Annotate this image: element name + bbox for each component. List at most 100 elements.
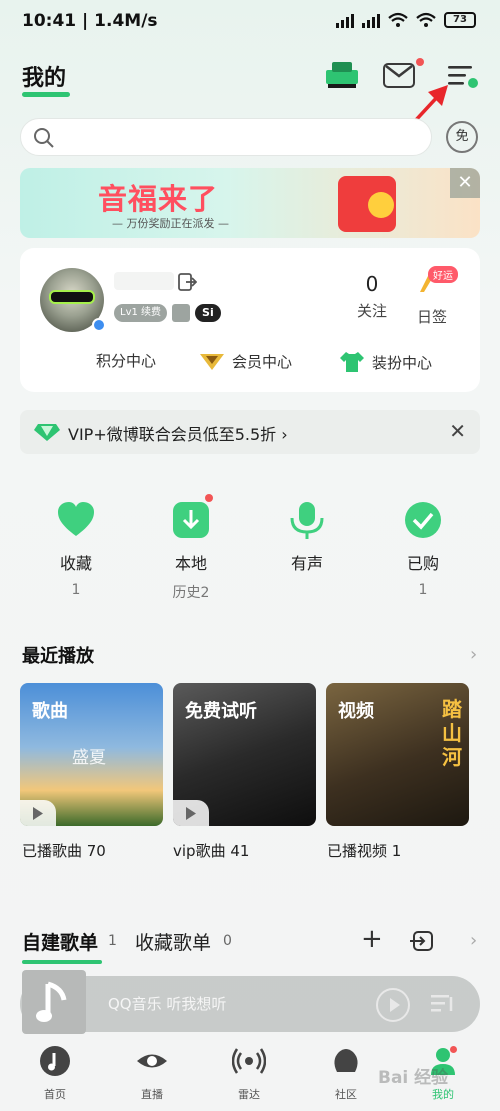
banner-close-button[interactable]: ✕ xyxy=(450,168,480,198)
mail-notification-dot xyxy=(416,58,424,66)
collected-count: 0 xyxy=(223,933,232,949)
radar-icon xyxy=(231,1048,267,1074)
wifi-icon xyxy=(388,12,408,27)
tabbar-community[interactable]: 社区 xyxy=(311,1044,381,1102)
recent-card-video-label: 视频 xyxy=(338,701,374,722)
playlist-more-button[interactable]: › xyxy=(470,930,477,951)
switch-account-icon[interactable] xyxy=(177,272,197,292)
created-count: 1 xyxy=(108,933,117,949)
music-zone-button[interactable] xyxy=(322,56,362,90)
vip-center-label: 会员中心 xyxy=(232,352,293,371)
promo-banner[interactable]: 音福来了 — 万份奖励正在派发 — ✕ xyxy=(20,168,480,238)
mine-notification-dot xyxy=(450,1046,457,1053)
recent-section-title: 最近播放 xyxy=(22,646,94,667)
mini-player-cover[interactable] xyxy=(22,970,86,1034)
play-icon xyxy=(390,998,400,1012)
level-badge[interactable]: Lv1 续费 xyxy=(114,304,168,322)
recent-card-video-overlay: 踏山河 xyxy=(442,697,462,769)
tshirt-icon xyxy=(340,352,364,372)
quick-audio[interactable]: 有声 xyxy=(262,500,352,582)
vip-diamond-icon xyxy=(200,354,224,370)
signin-tag: 好运 xyxy=(428,266,458,283)
watermark: Bai 经验 xyxy=(378,1068,449,1088)
play-icon xyxy=(33,807,43,820)
tabbar-mine-label: 我的 xyxy=(432,1088,454,1101)
banner-title: 音福来了 xyxy=(98,182,219,216)
search-input[interactable] xyxy=(63,125,413,151)
mini-player-title: QQ音乐 听我想听 xyxy=(108,995,227,1013)
quick-favorites[interactable]: 收藏 1 xyxy=(31,500,121,598)
tabbar-radar-label: 雷达 xyxy=(238,1088,260,1101)
tabbar-live-label: 直播 xyxy=(141,1088,163,1101)
tab-collected-playlists[interactable]: 收藏歌单 xyxy=(135,928,211,955)
music-zone-icon xyxy=(326,62,358,88)
recent-card-video[interactable]: 视频 踏山河 xyxy=(326,683,469,826)
community-icon xyxy=(334,1049,358,1072)
daily-sign-stat[interactable]: 日签 xyxy=(404,302,460,327)
gem-icon xyxy=(34,424,60,441)
playlist-icon[interactable] xyxy=(430,992,456,1016)
dress-center-label: 装扮中心 xyxy=(372,353,433,372)
status-icons: 73 xyxy=(336,12,476,28)
recent-card-songs-play[interactable] xyxy=(20,800,56,826)
following-count: 0 xyxy=(365,272,379,296)
vip-promo-text: VIP+微博联合会员低至5.5折 › xyxy=(68,425,288,444)
quick-local[interactable]: 本地 历史2 xyxy=(146,494,236,602)
status-bar: 10:41 | 1.4M/s 73 xyxy=(0,0,500,44)
search-icon xyxy=(34,128,54,148)
points-center-label: 积分中心 xyxy=(96,352,157,370)
quick-local-history: 历史2 xyxy=(172,585,210,601)
vip-badge-icon[interactable] xyxy=(172,304,191,322)
quick-audio-label: 有声 xyxy=(290,554,323,573)
vip-promo-close-button[interactable]: ✕ xyxy=(449,419,466,443)
title-underline xyxy=(22,92,70,97)
search-bar[interactable] xyxy=(20,118,432,156)
play-icon xyxy=(186,807,196,820)
download-icon xyxy=(171,494,213,540)
signal-icon xyxy=(336,12,354,28)
recent-card-songs-label: 歌曲 xyxy=(32,701,68,722)
mini-player[interactable]: QQ音乐 听我想听 xyxy=(20,970,480,1034)
si-badge[interactable]: Si xyxy=(195,304,221,322)
quick-purchased[interactable]: 已购 1 xyxy=(378,500,468,598)
tabbar-community-label: 社区 xyxy=(335,1088,357,1101)
tabbar-home[interactable]: 首页 xyxy=(20,1044,90,1102)
import-icon[interactable] xyxy=(410,930,434,952)
quick-local-label: 本地 xyxy=(174,554,207,573)
status-time: 10:41 | 1.4M/s xyxy=(22,11,158,31)
recent-caption-songs: 已播歌曲 70 xyxy=(22,842,106,860)
tab-created-playlists[interactable]: 自建歌单 xyxy=(22,928,98,955)
microphone-icon xyxy=(287,500,327,540)
quick-favorites-count: 1 xyxy=(71,582,81,598)
following-stat[interactable]: 0 关注 xyxy=(344,272,400,321)
points-center-link[interactable]: 积分中心 xyxy=(96,350,156,371)
recent-caption-vip: vip歌曲 41 xyxy=(173,842,250,860)
recent-card-songs[interactable]: 歌曲 盛夏 xyxy=(20,683,163,826)
verified-badge-icon xyxy=(92,318,106,332)
daily-sign-label: 日签 xyxy=(416,308,447,326)
username[interactable] xyxy=(114,272,174,290)
vip-promo-bar[interactable]: VIP+微博联合会员低至5.5折 › ✕ xyxy=(20,410,480,454)
user-badges: Lv1 续费 Si xyxy=(114,304,221,322)
following-label: 关注 xyxy=(356,302,387,320)
dress-center-link[interactable]: 装扮中心 xyxy=(338,350,432,374)
free-mode-button[interactable]: 免 xyxy=(446,121,478,153)
page-title: 我的 xyxy=(22,66,67,91)
tab-underline xyxy=(22,960,102,964)
card-links: 积分中心 会员中心 装扮中心 xyxy=(20,350,480,378)
music-note-icon xyxy=(36,981,67,1022)
add-playlist-button[interactable]: + xyxy=(361,924,383,954)
tabbar-radar[interactable]: 雷达 xyxy=(214,1044,284,1102)
recent-caption-video: 已播视频 1 xyxy=(327,842,402,860)
wifi-icon-2 xyxy=(416,12,436,27)
vip-center-link[interactable]: 会员中心 xyxy=(198,350,292,372)
mini-player-play-button[interactable] xyxy=(376,988,410,1022)
recent-more-button[interactable]: › xyxy=(470,644,477,665)
checkmark-icon xyxy=(403,500,443,540)
recent-card-vip-label: 免费试听 xyxy=(185,701,257,722)
tabbar-live[interactable]: 直播 xyxy=(117,1044,187,1102)
battery-indicator: 73 xyxy=(444,12,476,28)
recent-card-vip[interactable]: 免费试听 xyxy=(173,683,316,826)
recent-card-songs-overlay: 盛夏 xyxy=(72,748,106,768)
recent-card-vip-play[interactable] xyxy=(173,800,209,826)
